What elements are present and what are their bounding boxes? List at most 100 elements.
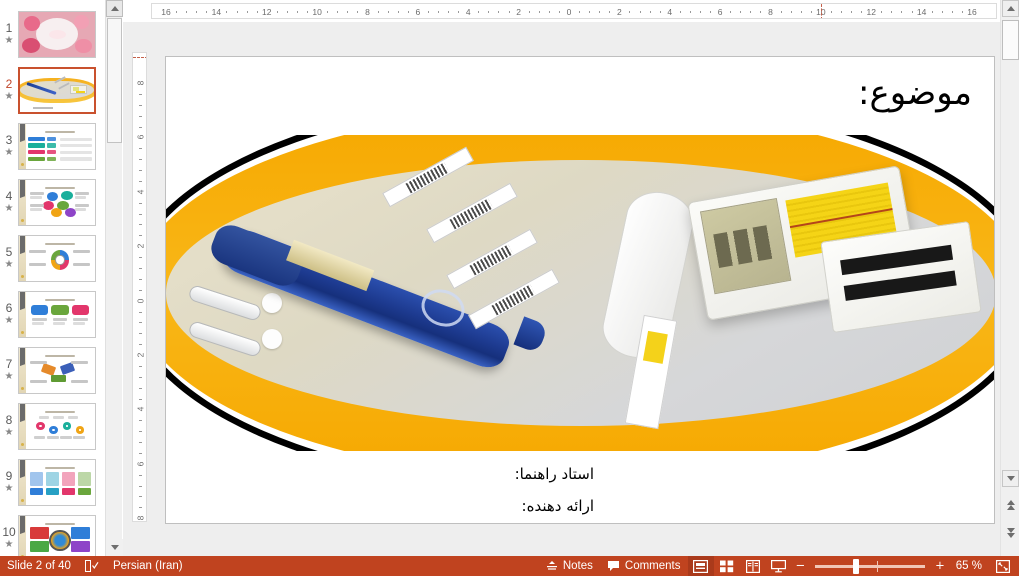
zoom-in-label: + xyxy=(935,558,945,573)
slide-sorter-button[interactable] xyxy=(714,556,740,576)
ruler-minor-tick xyxy=(750,11,752,13)
slide-thumbnail-pane[interactable]: 1 ★ 2 ★ 3 ★ 4 ★ 5 ★ 6 ★ 7 ★ 8 ★ 9 ★ 10 ★ xyxy=(0,0,105,556)
comments-button[interactable]: Comments xyxy=(600,556,688,576)
slide-picture[interactable] xyxy=(166,135,994,451)
thumb-shape xyxy=(60,157,92,161)
thumb-shape xyxy=(45,522,75,525)
slide-thumbnail-6[interactable]: 6 ★ xyxy=(0,286,105,342)
vertical-scrollbar-thumb[interactable] xyxy=(1002,20,1019,60)
slide-editing-area[interactable]: موضوع: استاد راهنما: ارائه دهنده: xyxy=(123,22,1000,556)
thumbnail-number: 6 xyxy=(5,301,13,315)
ruler-tick: 6 xyxy=(415,7,421,17)
presenter-line[interactable]: ارائه دهنده: xyxy=(522,497,594,515)
ruler-minor-tick xyxy=(139,170,142,172)
thumbnail-scroll-up-button[interactable] xyxy=(106,0,123,17)
thumbnail-image[interactable] xyxy=(18,122,96,170)
thumb-shape xyxy=(61,472,76,487)
thumbnail-scroll-down-button[interactable] xyxy=(106,539,123,556)
thumbnail-scrollbar[interactable] xyxy=(105,0,123,556)
proofing-button[interactable] xyxy=(78,556,106,576)
slide-show-button[interactable] xyxy=(766,556,792,576)
slide-thumbnail-7[interactable]: 7 ★ xyxy=(0,342,105,398)
previous-slide-button[interactable] xyxy=(1002,496,1019,513)
star-icon[interactable]: ★ xyxy=(5,371,14,382)
scroll-up-button[interactable] xyxy=(1002,0,1019,17)
star-icon[interactable]: ★ xyxy=(5,483,14,494)
thumbnail-image[interactable] xyxy=(18,290,96,338)
scroll-down-button[interactable] xyxy=(1002,470,1019,487)
notes-button[interactable]: Notes xyxy=(539,556,600,576)
slide-canvas[interactable]: موضوع: استاد راهنما: ارائه دهنده: xyxy=(165,56,995,524)
thumbnail-image[interactable] xyxy=(18,66,96,114)
fit-to-window-button[interactable] xyxy=(989,556,1019,576)
ruler-guide-marker xyxy=(133,57,146,58)
ruler-tick: 2 xyxy=(135,243,146,249)
zoom-in-button[interactable]: + xyxy=(931,556,949,576)
thumbnail-image[interactable] xyxy=(18,402,96,450)
ruler-minor-tick xyxy=(139,311,142,313)
zoom-slider[interactable] xyxy=(815,558,926,574)
ruler-tick: 2 xyxy=(617,7,622,17)
ruler-minor-tick xyxy=(357,11,359,13)
slide-thumbnail-8[interactable]: 8 ★ xyxy=(0,398,105,454)
normal-view-button[interactable] xyxy=(687,556,714,576)
star-icon[interactable]: ★ xyxy=(5,147,14,158)
vertical-ruler[interactable]: 8 6 4 2 0 2 4 6 8 xyxy=(132,52,147,522)
slide-title-textbox[interactable]: موضوع: xyxy=(858,73,972,113)
thumbnail-image[interactable] xyxy=(18,234,96,282)
thumbnail-artwork xyxy=(27,522,93,557)
thumbnail-scrollbar-thumb[interactable] xyxy=(107,18,122,143)
zoom-level[interactable]: 65 % xyxy=(949,556,989,576)
ruler-minor-tick xyxy=(689,11,691,13)
slide-thumbnail-10[interactable]: 10 ★ xyxy=(0,510,105,556)
vertical-scrollbar[interactable] xyxy=(1000,0,1019,556)
horizontal-ruler[interactable]: 16 14 12 10 8 6 4 2 0 2 4 6 8 10 12 14 16 xyxy=(151,3,997,19)
thumb-shape xyxy=(32,322,45,326)
star-icon[interactable]: ★ xyxy=(5,427,14,438)
ruler-minor-tick xyxy=(891,11,893,13)
zoom-slider-thumb[interactable] xyxy=(853,558,860,574)
slide-counter[interactable]: Slide 2 of 40 xyxy=(0,556,78,576)
thumb-shape xyxy=(52,318,68,322)
slide-thumbnail-5[interactable]: 5 ★ xyxy=(0,230,105,286)
thumbnail-image[interactable] xyxy=(18,346,96,394)
slide-thumbnail-3[interactable]: 3 ★ xyxy=(0,118,105,174)
thumbnail-image[interactable] xyxy=(18,10,96,58)
slide-thumbnail-2[interactable]: 2 ★ xyxy=(0,62,105,118)
star-icon[interactable]: ★ xyxy=(5,315,14,326)
ruler-minor-tick xyxy=(659,11,661,13)
language-button[interactable]: Persian (Iran) xyxy=(106,556,190,576)
thumbnail-image[interactable] xyxy=(18,514,96,557)
slide-thumbnail-1[interactable]: 1 ★ xyxy=(0,6,105,62)
ruler-minor-tick xyxy=(508,11,510,13)
reading-view-button[interactable] xyxy=(740,556,766,576)
star-icon[interactable]: ★ xyxy=(5,35,14,46)
star-icon[interactable]: ★ xyxy=(5,539,14,550)
star-icon[interactable]: ★ xyxy=(5,259,14,270)
thumb-shape xyxy=(45,410,75,413)
ruler-minor-tick xyxy=(139,442,142,444)
supervisor-line[interactable]: استاد راهنما: xyxy=(515,465,594,483)
ruler-minor-tick xyxy=(327,11,329,13)
zoom-out-button[interactable]: − xyxy=(792,556,810,576)
zoom-out-label: − xyxy=(795,558,806,573)
next-slide-button[interactable] xyxy=(1002,524,1019,541)
slide-thumbnail-9[interactable]: 9 ★ xyxy=(0,454,105,510)
star-icon[interactable]: ★ xyxy=(5,203,14,214)
thumb-shape xyxy=(47,136,57,141)
ruler-minor-tick xyxy=(901,11,903,13)
ruler-minor-tick xyxy=(186,11,188,13)
ruler-minor-tick xyxy=(139,485,142,487)
ruler-minor-tick xyxy=(579,11,581,13)
thumbnail-image[interactable] xyxy=(18,178,96,226)
thumbnail-image[interactable] xyxy=(18,458,96,506)
ruler-minor-tick xyxy=(139,398,142,400)
ruler-minor-tick xyxy=(438,11,440,13)
thumb-shape xyxy=(29,192,45,196)
triangle-up-icon xyxy=(110,6,119,11)
ruler-tick: 8 xyxy=(135,80,146,86)
star-icon[interactable]: ★ xyxy=(5,91,14,102)
ruler-minor-tick xyxy=(730,11,732,13)
slide-thumbnail-4[interactable]: 4 ★ xyxy=(0,174,105,230)
ruler-minor-tick xyxy=(458,11,460,13)
